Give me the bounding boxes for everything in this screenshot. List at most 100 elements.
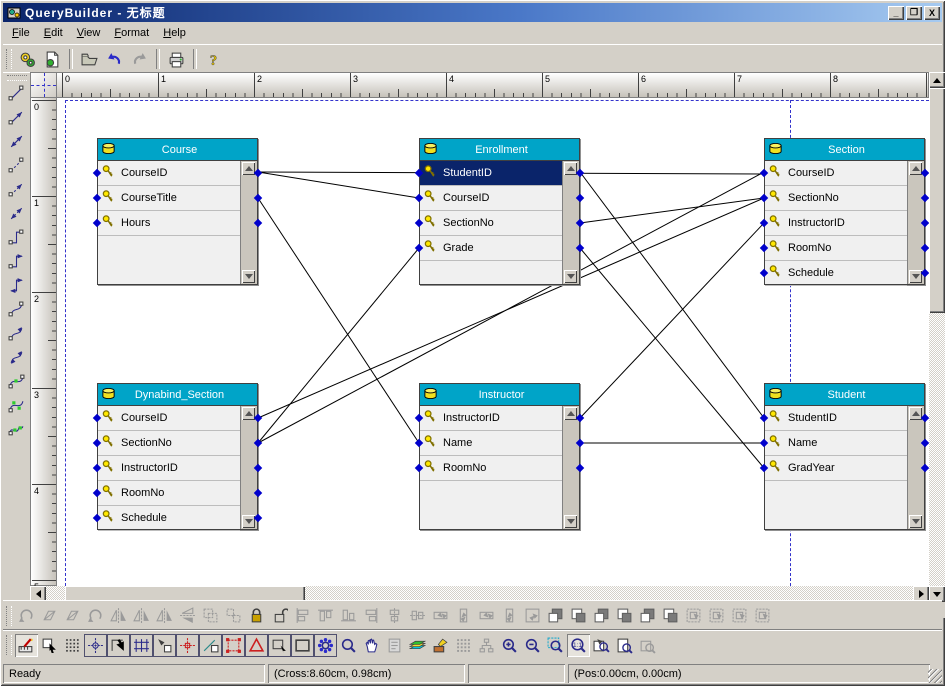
field-row-roomno[interactable]: RoomNo [765,236,907,261]
bezier-connector-button[interactable] [5,371,29,395]
field-row-studentid[interactable]: StudentID [765,406,907,431]
elbow-arrow-connector-button[interactable] [5,251,29,275]
double-arrow-connector-button[interactable] [5,131,29,155]
vscroll-thumb[interactable] [929,88,945,313]
field-row-courseid[interactable]: CourseID [765,161,907,186]
bring-to-front-button[interactable] [544,604,567,627]
field-row-grade[interactable]: Grade [420,236,562,261]
snap-handle-button[interactable] [153,634,176,657]
flip-shape-button[interactable] [636,604,659,627]
arrow-connector-button[interactable] [5,107,29,131]
undo-button[interactable] [102,47,127,71]
relationship-line[interactable] [580,223,764,418]
fit-page-button[interactable] [613,634,636,657]
field-row-gradyear[interactable]: GradYear [765,456,907,481]
lock-button[interactable] [245,604,268,627]
snap-vertex-button[interactable] [107,634,130,657]
zoom-out-button[interactable] [521,634,544,657]
field-row-instructorid[interactable]: InstructorID [765,211,907,236]
field-row-sectionno[interactable]: SectionNo [765,186,907,211]
copy-model-button[interactable] [40,47,65,71]
new-model-button[interactable] [15,47,40,71]
table-header[interactable]: Student [765,384,924,406]
snap-edge-button[interactable] [199,634,222,657]
field-row-sectionno[interactable]: SectionNo [420,211,562,236]
curve-connector-button[interactable] [5,299,29,323]
snap-crosshair-button[interactable] [84,634,107,657]
pan-tool-button[interactable] [360,634,383,657]
dashed-double-arrow-connector-button[interactable] [5,203,29,227]
field-row-hours[interactable]: Hours [98,211,240,236]
maximize-button[interactable]: ❐ [906,6,922,20]
snap-pattern-button[interactable] [314,634,337,657]
table-scroll-down-button[interactable] [909,515,922,528]
elbow-double-arrow-connector-button[interactable] [5,275,29,299]
pick-tool-button[interactable] [38,634,61,657]
entity-table-enrollment[interactable]: EnrollmentStudentIDCourseIDSectionNoGrad… [419,138,580,285]
bring-forward-button[interactable] [590,604,613,627]
unlock-button[interactable] [268,604,291,627]
table-scroll-down-button[interactable] [564,515,577,528]
table-scroll-down-button[interactable] [564,270,577,283]
field-row-studentid[interactable]: StudentID [420,161,562,186]
table-header[interactable]: Dynabind_Section [98,384,257,406]
table-scroll-down-button[interactable] [242,270,255,283]
zoom-tool-button[interactable] [337,634,360,657]
format-painter-button[interactable] [429,634,452,657]
snap-marquee-button[interactable] [222,634,245,657]
menu-file[interactable]: File [5,25,37,41]
toolbar-arrange-grip[interactable] [6,606,12,626]
select-tool-button[interactable] [15,634,38,657]
field-row-schedule[interactable]: Schedule [98,506,240,531]
entity-table-instructor[interactable]: InstructorInstructorIDNameRoomNo [419,383,580,530]
relationship-line[interactable] [580,248,764,468]
menu-format[interactable]: Format [107,25,156,41]
grid-dots-button[interactable] [61,634,84,657]
menu-edit[interactable]: Edit [37,25,70,41]
zoom-actual-button[interactable]: 1:1 [567,634,590,657]
relationship-line[interactable] [258,198,419,443]
send-to-back-button[interactable] [567,604,590,627]
field-row-sectionno[interactable]: SectionNo [98,431,240,456]
field-row-schedule[interactable]: Schedule [765,261,907,286]
zoom-window-button[interactable] [544,634,567,657]
open-button[interactable] [77,47,102,71]
vertical-scrollbar[interactable] [929,72,945,602]
curve-double-arrow-connector-button[interactable] [5,347,29,371]
bezier-arrow-connector-button[interactable] [5,395,29,419]
table-header[interactable]: Enrollment [420,139,579,161]
snap-triangle-button[interactable] [245,634,268,657]
snap-grid-button[interactable] [130,634,153,657]
curve-arrow-connector-button[interactable] [5,323,29,347]
field-row-courseid[interactable]: CourseID [98,161,240,186]
close-button[interactable]: X [924,6,940,20]
snap-center-button[interactable] [176,634,199,657]
dashed-line-connector-button[interactable] [5,155,29,179]
relationship-line[interactable] [258,248,419,443]
table-header[interactable]: Instructor [420,384,579,406]
palette-grip[interactable] [7,75,27,81]
help-button[interactable]: ? [201,47,226,71]
minimize-button[interactable]: _ [888,6,904,20]
entity-table-section[interactable]: SectionCourseIDSectionNoInstructorIDRoom… [764,138,925,285]
toolbar-view-grip[interactable] [6,635,12,655]
fit-window-button[interactable] [590,634,613,657]
field-row-instructorid[interactable]: InstructorID [98,456,240,481]
field-row-roomno[interactable]: RoomNo [98,481,240,506]
dashed-arrow-connector-button[interactable] [5,179,29,203]
table-header[interactable]: Section [765,139,924,161]
layers-button[interactable] [406,634,429,657]
elbow-connector-button[interactable] [5,227,29,251]
send-backward-button[interactable] [613,604,636,627]
entity-table-dynabind_section[interactable]: Dynabind_SectionCourseIDSectionNoInstruc… [97,383,258,530]
entity-table-course[interactable]: CourseCourseIDCourseTitleHours [97,138,258,285]
scroll-up-button[interactable] [929,72,945,88]
field-row-courseid[interactable]: CourseID [98,406,240,431]
menu-view[interactable]: View [70,25,108,41]
resize-grip[interactable] [928,669,942,683]
relationship-line[interactable] [258,172,419,198]
toolbar-grip[interactable] [6,49,12,69]
field-row-roomno[interactable]: RoomNo [420,456,562,481]
field-row-instructorid[interactable]: InstructorID [420,406,562,431]
relationship-line[interactable] [580,172,764,418]
